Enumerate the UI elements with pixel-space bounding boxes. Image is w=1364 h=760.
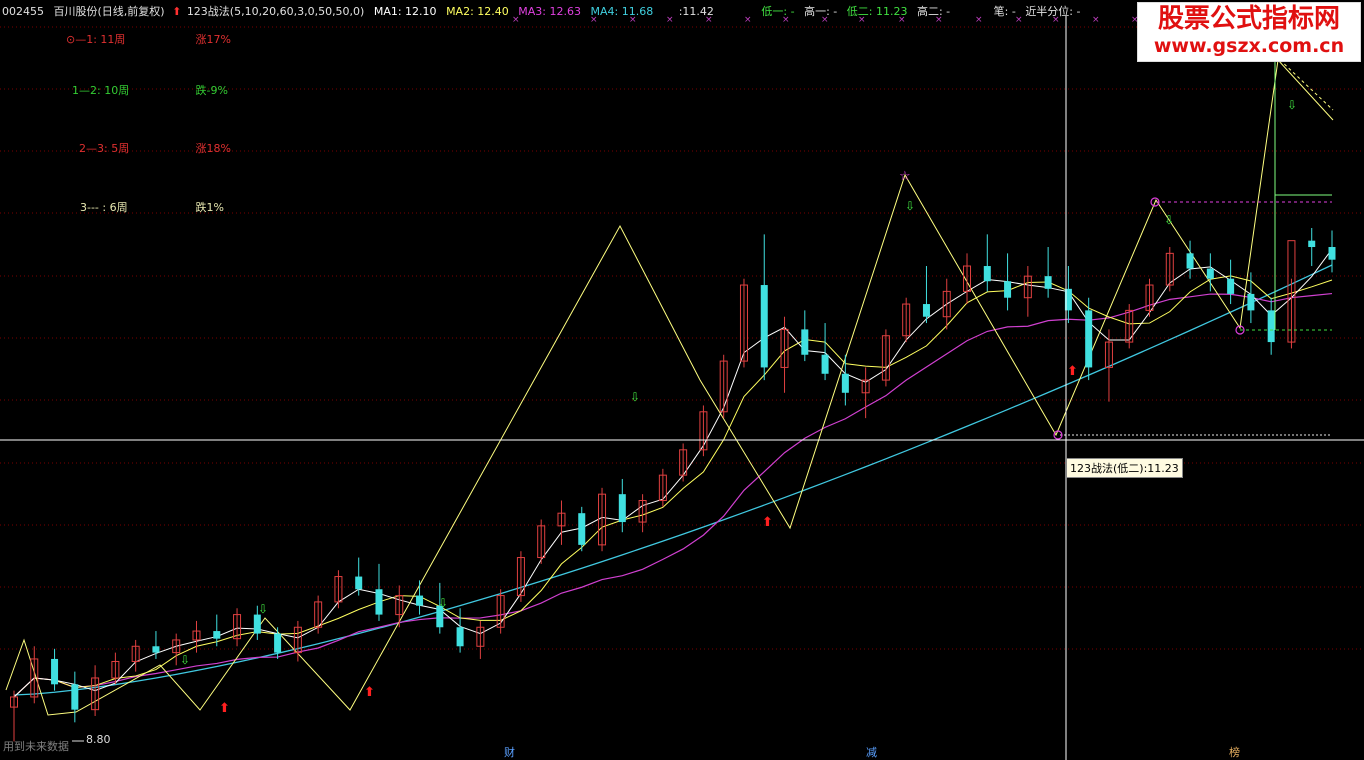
candle-body-17	[355, 576, 363, 590]
ma2-value: MA2: 12.40	[446, 5, 509, 18]
future-data-note: 用到未来数据	[3, 740, 69, 753]
stat-row-1: ⊙—1: 11周 涨17%	[66, 31, 231, 47]
sell-arrow-icon-0: ⇩	[258, 602, 268, 616]
sell-arrow-icon-3: ⇩	[905, 199, 915, 213]
candle-body-30	[618, 494, 626, 523]
val-1: :11.42	[678, 5, 714, 18]
candle-body-49	[1004, 281, 1012, 298]
candle-body-65	[1328, 247, 1336, 260]
buy-arrow-icon-0: ⬆	[219, 701, 230, 716]
buy-arrow-icon-3: ⬆	[1067, 364, 1078, 379]
stat-label-2: 1—2: 10周	[72, 84, 130, 97]
sell-arrow-icon-1: ⇩	[180, 653, 190, 667]
candle-body-45	[922, 304, 930, 317]
buy-arrow-icon-1: ⬆	[364, 685, 375, 700]
stat-row-3: 2—3: 5周 涨18%	[79, 140, 231, 156]
candle-body-20	[416, 595, 424, 606]
candle-body-62	[1267, 310, 1275, 343]
val-high1: 高一: -	[804, 5, 838, 18]
candle-body-7	[152, 646, 160, 653]
stock-name: 百川股份(日线,前复权)	[53, 5, 165, 18]
candle-body-10	[213, 631, 221, 639]
x-mark-2: 减	[866, 746, 877, 759]
candle-body-61	[1247, 293, 1255, 311]
stock-code: 002455	[2, 5, 44, 18]
x-mark-3: 榜	[1229, 746, 1240, 759]
candle-body-40	[821, 354, 829, 374]
candle-body-18	[375, 589, 383, 615]
ma4-value: MA4: 11.68	[590, 5, 654, 18]
price-chart[interactable]: × × × × × × × × × × × × × × × ×☆⬆⬆⬆⬆⇩⇩⇩⇩⇩⇩⇩	[0, 0, 1364, 760]
candle-body-39	[801, 329, 809, 355]
buy-arrow-icon-2: ⬆	[762, 515, 773, 530]
stat-label-4: 3--- : 6周	[80, 201, 128, 214]
stat-value-4: 跌1%	[195, 201, 224, 214]
candle-body-58	[1186, 253, 1194, 269]
watermark-title: 股票公式指标网	[1157, 4, 1340, 34]
sell-arrow-icon-2: ⇩	[438, 596, 448, 610]
stat-value-3: 涨18%	[195, 142, 231, 155]
crosshair-tooltip: 123战法(低二):11.23	[1066, 458, 1183, 478]
top-marker-14: ×	[1092, 15, 1100, 25]
candle-body-41	[841, 373, 849, 393]
sell-arrow-icon-5: ⇩	[1287, 98, 1297, 112]
val-low1: 低一: -	[761, 5, 795, 18]
ma-mid-line	[13, 292, 1333, 698]
stat-label-3: 2—3: 5周	[79, 142, 130, 155]
star-marker-icon: ☆	[899, 169, 911, 184]
val-low2: 低二: 11.23	[846, 5, 908, 18]
val-high2: 高二: -	[916, 5, 951, 18]
red-up-arrow-icon: ⬆	[172, 5, 182, 18]
watermark-url: www.gszx.com.cn	[1153, 35, 1345, 57]
candle-body-3	[71, 684, 79, 710]
candle-body-48	[983, 266, 991, 282]
candle-body-13	[274, 633, 282, 653]
zigzag-line	[5, 58, 1334, 716]
ma3-value: MA3: 12.63	[518, 5, 581, 18]
candle-body-37	[760, 285, 768, 368]
candle-body-53	[1085, 310, 1093, 368]
stat-row-4: 3--- : 6周 跌1%	[80, 199, 224, 215]
candle-body-22	[456, 627, 464, 647]
indicator-name: 123战法(5,10,20,60,3,0,50,50,0)	[186, 5, 365, 18]
stat-label-1: ⊙—1: 11周	[66, 33, 126, 46]
candle-body-28	[578, 513, 586, 545]
candle-body-2	[51, 658, 59, 685]
candle-body-64	[1308, 240, 1316, 248]
low-price-label: 8.80	[86, 733, 111, 746]
candle-body-60	[1227, 278, 1235, 294]
candle-body-59	[1206, 268, 1214, 279]
x-mark-1: 财	[504, 746, 515, 759]
ma-slow-line	[13, 264, 1333, 696]
candle-body-51	[1044, 276, 1052, 289]
sell-arrow-icon-6: ⇩	[630, 390, 640, 404]
sell-arrow-icon-4: ⇩	[1164, 213, 1174, 227]
candle-body-12	[253, 614, 261, 634]
stat-value-2: 跌-9%	[195, 84, 228, 97]
val-half: 近半分位: -	[1025, 5, 1081, 18]
watermark-logo: 股票公式指标网 www.gszx.com.cn	[1137, 2, 1361, 62]
ma1-value: MA1: 12.10	[373, 5, 437, 18]
stat-value-1: 涨17%	[195, 33, 231, 46]
val-bi: 笔: -	[993, 5, 1016, 18]
chart-header: 002455 百川股份(日线,前复权) ⬆ 123战法(5,10,20,60,3…	[2, 3, 1086, 19]
stat-row-2: 1—2: 10周 跌-9%	[72, 82, 228, 98]
